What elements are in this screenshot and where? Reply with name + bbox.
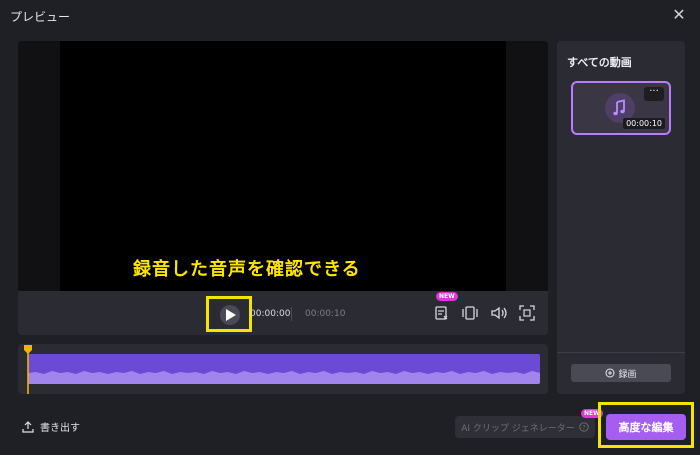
captions-ai-button[interactable]: NEW [432,292,458,323]
title-bar: プレビュー ✕ [0,0,700,32]
aspect-ratio-button[interactable] [460,303,480,323]
audio-timeline[interactable] [18,344,548,394]
play-icon [226,309,236,321]
time-divider [291,307,292,321]
add-circle-icon [605,368,615,378]
video-clip-thumbnail[interactable]: ··· 00:00:10 [571,81,671,135]
current-time: 00:00:00 [250,309,291,319]
ai-clip-label: AI クリップ ジェネレーター [461,423,575,434]
window-title: プレビュー [10,10,71,24]
volume-icon [491,306,507,320]
fullscreen-icon [519,305,535,321]
ai-clip-generator-button[interactable]: AI クリップ ジェネレーター ? NEW [455,409,603,438]
sidebar-title: すべての動画 [567,56,632,69]
audio-waveform [28,354,540,384]
captions-ai-icon [435,306,448,320]
letterbox-left [18,41,60,291]
player-controls: 00:00:00 00:00:10 NEW [18,291,548,335]
aspect-ratio-icon [462,306,478,320]
video-canvas: 録音した音声を確認できる [18,41,548,291]
play-button[interactable] [220,305,240,325]
total-time: 00:00:10 [305,309,346,319]
new-badge: NEW [436,292,458,301]
more-options-button[interactable]: ··· [644,87,664,101]
close-icon[interactable]: ✕ [670,6,688,24]
clip-duration: 00:00:10 [623,118,665,129]
video-player: 録音した音声を確認できる 00:00:00 00:00:10 NEW [18,41,548,335]
volume-button[interactable] [489,303,509,323]
record-button[interactable]: 録画 [571,364,671,382]
play-highlight-box [206,296,252,332]
record-button-label: 録画 [618,369,637,380]
help-icon: ? [579,422,589,432]
export-button[interactable]: 書き出す [22,419,80,434]
fullscreen-button[interactable] [517,303,537,323]
playhead-marker[interactable] [24,344,32,394]
letterbox-right [506,41,548,291]
export-icon [22,420,34,433]
media-sidebar: すべての動画 ··· 00:00:10 録画 [557,41,685,394]
export-label: 書き出す [40,423,80,434]
sidebar-divider [557,352,685,353]
advanced-edit-button[interactable]: 高度な編集 [606,414,686,440]
annotation-caption: 録音した音声を確認できる [133,259,361,280]
svg-text:?: ? [582,423,585,431]
